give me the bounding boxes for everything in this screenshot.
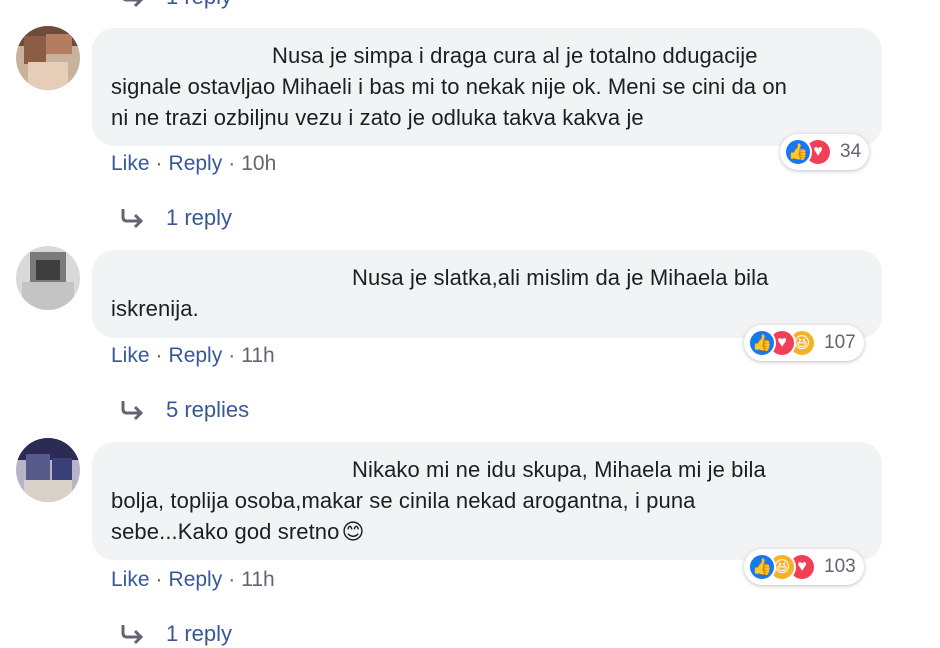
replies-link[interactable]: 5 replies [120,397,249,423]
like-reaction-icon: 👍 [748,329,776,357]
like-button[interactable]: Like [111,344,150,367]
comment-text-line: ni ne trazi ozbiljnu vezu i zato je odlu… [111,105,644,130]
reactions-summary[interactable]: 👍 ♥ 34 [780,134,870,170]
reply-arrow-icon [123,0,144,8]
comment-text-line: signale ostavljao Mihaeli i bas mi to ne… [111,74,788,99]
reply-arrow-icon [121,625,144,645]
like-button[interactable]: Like [111,568,150,591]
avatar[interactable] [16,246,80,310]
reply-button[interactable]: Reply [169,568,223,591]
reactions-summary[interactable]: 👍 ♥ 😆 107 [744,325,864,361]
like-button[interactable]: Like [111,152,150,175]
reply-button[interactable]: Reply [169,152,223,175]
comment-text-line: iskrenija. [111,296,199,321]
replies-label: 5 replies [166,397,250,422]
reaction-count: 103 [824,556,856,577]
replies-link[interactable]: 1 reply [120,0,232,10]
timestamp[interactable]: 10h [241,152,276,175]
replies-label: 1 reply [166,0,232,10]
comment-text-line: Nusa je slatka,ali mislim da je Mihaela … [352,265,769,290]
comment-text-line: Nikako mi ne idu skupa, Mihaela mi je bi… [352,457,766,482]
avatar[interactable] [16,26,80,90]
reaction-count: 34 [840,141,862,162]
reactions-summary[interactable]: 👍 😆 ♥ 103 [744,549,864,585]
reply-arrow-icon [121,209,144,229]
avatar[interactable] [16,438,80,502]
reply-button[interactable]: Reply [169,344,223,367]
replies-label: 1 reply [166,621,233,646]
timestamp[interactable]: 11h [241,344,274,367]
comment-text-line: bolja, toplija osoba,makar se cinila nek… [111,488,696,513]
comment-text-line: sebe...Kako god sretno [111,519,340,544]
timestamp[interactable]: 11h [241,568,274,591]
smiling-face-emoji: 😊 [341,519,365,544]
reaction-count: 107 [824,332,856,353]
reply-arrow-icon [121,401,144,421]
replies-link[interactable]: 1 reply [120,621,232,647]
like-reaction-icon: 👍 [784,138,812,166]
comment-actions: Like · Reply · 10h [111,152,277,175]
comment-text-line: Nusa je simpa i draga cura al je totalno… [272,43,758,68]
replies-link[interactable]: 1 reply [120,205,232,231]
comment-actions: Like · Reply · 11h [111,344,275,367]
replies-label: 1 reply [166,205,233,230]
like-reaction-icon: 👍 [748,553,776,581]
comment-actions: Like · Reply · 11h [111,568,275,591]
